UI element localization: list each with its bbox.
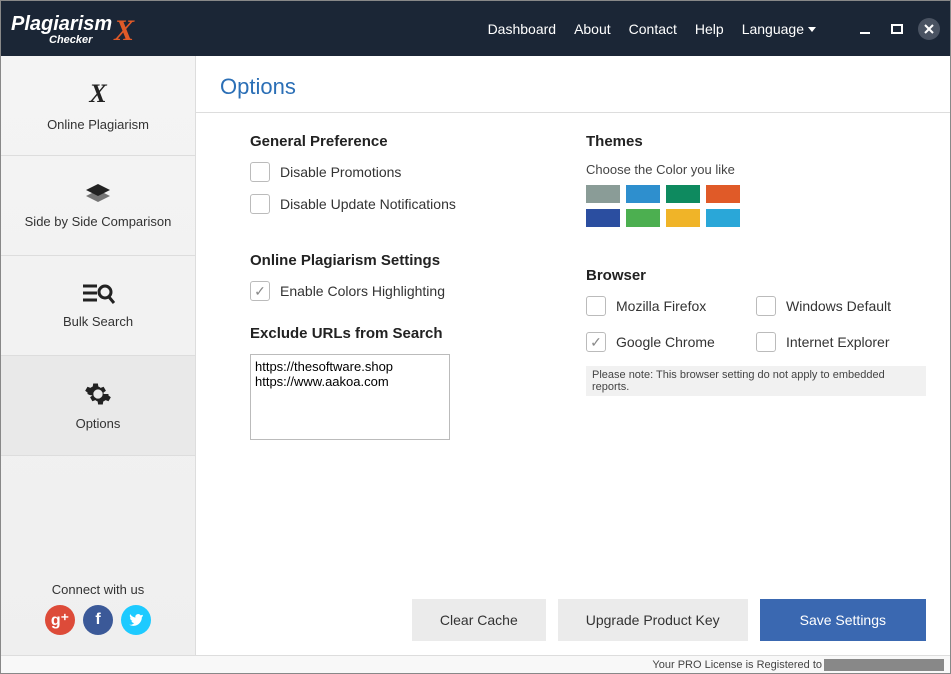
- windows-default-checkbox[interactable]: [756, 296, 776, 316]
- page-title: Options: [220, 74, 926, 112]
- disable-updates-checkbox[interactable]: [250, 194, 270, 214]
- chrome-label: Google Chrome: [616, 334, 715, 350]
- connect-section: Connect with us g⁺ f: [1, 570, 195, 655]
- enable-colors-label: Enable Colors Highlighting: [280, 283, 445, 299]
- chrome-row: Google Chrome: [586, 332, 746, 352]
- sidebar-item-options[interactable]: Options: [1, 356, 195, 456]
- sidebar-item-bulk-search[interactable]: Bulk Search: [1, 256, 195, 356]
- upgrade-key-button[interactable]: Upgrade Product Key: [558, 599, 748, 641]
- clear-cache-button[interactable]: Clear Cache: [412, 599, 546, 641]
- windows-default-label: Windows Default: [786, 298, 891, 314]
- enable-colors-row: Enable Colors Highlighting: [250, 281, 546, 301]
- sidebar-item-side-by-side[interactable]: Side by Side Comparison: [1, 156, 195, 256]
- sidebar-item-label: Side by Side Comparison: [25, 214, 172, 229]
- ie-label: Internet Explorer: [786, 334, 890, 350]
- exclude-heading: Exclude URLs from Search: [250, 325, 546, 342]
- disable-updates-row: Disable Update Notifications: [250, 194, 546, 214]
- logo-x-icon: X: [114, 14, 134, 48]
- disable-promotions-label: Disable Promotions: [280, 164, 401, 180]
- app-logo: Plagiarism Checker X: [11, 12, 134, 46]
- logo-text-1: Plagiarism: [11, 13, 112, 35]
- footer-buttons: Clear Cache Upgrade Product Key Save Set…: [220, 579, 926, 641]
- sidebar-item-online-plagiarism[interactable]: X Online Plagiarism: [1, 56, 195, 156]
- browser-note: Please note: This browser setting do not…: [586, 366, 926, 396]
- theme-swatch-2[interactable]: [666, 185, 700, 203]
- theme-swatch-4[interactable]: [586, 209, 620, 227]
- top-nav: Dashboard About Contact Help Language: [488, 18, 940, 40]
- title-bar: Plagiarism Checker X Dashboard About Con…: [1, 1, 950, 56]
- minimize-button[interactable]: [854, 18, 876, 40]
- facebook-icon[interactable]: f: [83, 605, 113, 635]
- chrome-checkbox[interactable]: [586, 332, 606, 352]
- disable-promotions-row: Disable Promotions: [250, 162, 546, 182]
- nav-language-label: Language: [742, 21, 804, 37]
- x-icon: X: [89, 79, 106, 109]
- ie-row: Internet Explorer: [756, 332, 926, 352]
- nav-help[interactable]: Help: [695, 21, 724, 37]
- sidebar-item-label: Online Plagiarism: [47, 117, 149, 132]
- sidebar-item-label: Options: [76, 416, 121, 431]
- themes-heading: Themes: [586, 133, 926, 150]
- nav-language[interactable]: Language: [742, 21, 816, 37]
- twitter-icon[interactable]: [121, 605, 151, 635]
- google-plus-icon[interactable]: g⁺: [45, 605, 75, 635]
- firefox-checkbox[interactable]: [586, 296, 606, 316]
- disable-updates-label: Disable Update Notifications: [280, 196, 456, 212]
- sidebar: X Online Plagiarism Side by Side Compari…: [1, 56, 196, 655]
- divider: [196, 112, 950, 113]
- logo-text-2: Checker: [49, 36, 112, 44]
- theme-swatch-7[interactable]: [706, 209, 740, 227]
- content-area: Options General Preference Disable Promo…: [196, 56, 950, 655]
- theme-swatch-6[interactable]: [666, 209, 700, 227]
- theme-swatch-1[interactable]: [626, 185, 660, 203]
- maximize-button[interactable]: [886, 18, 908, 40]
- license-text: Your PRO License is Registered to: [652, 659, 822, 671]
- ie-checkbox[interactable]: [756, 332, 776, 352]
- online-heading: Online Plagiarism Settings: [250, 252, 546, 269]
- enable-colors-checkbox[interactable]: [250, 281, 270, 301]
- themes-sub: Choose the Color you like: [586, 162, 926, 177]
- license-name-redacted: [824, 659, 944, 671]
- windows-default-row: Windows Default: [756, 296, 926, 316]
- theme-swatch-0[interactable]: [586, 185, 620, 203]
- sidebar-item-label: Bulk Search: [63, 314, 133, 329]
- connect-label: Connect with us: [1, 582, 195, 597]
- close-button[interactable]: [918, 18, 940, 40]
- gear-icon: [84, 380, 112, 408]
- theme-swatches: [586, 185, 756, 227]
- theme-swatch-5[interactable]: [626, 209, 660, 227]
- list-search-icon: [81, 282, 115, 306]
- disable-promotions-checkbox[interactable]: [250, 162, 270, 182]
- status-bar: Your PRO License is Registered to: [1, 655, 950, 673]
- firefox-label: Mozilla Firefox: [616, 298, 706, 314]
- window-controls: [854, 18, 940, 40]
- save-settings-button[interactable]: Save Settings: [760, 599, 926, 641]
- nav-contact[interactable]: Contact: [629, 21, 677, 37]
- nav-dashboard[interactable]: Dashboard: [488, 21, 557, 37]
- theme-swatch-3[interactable]: [706, 185, 740, 203]
- layers-icon: [84, 182, 112, 206]
- general-heading: General Preference: [250, 133, 546, 150]
- firefox-row: Mozilla Firefox: [586, 296, 746, 316]
- exclude-urls-input[interactable]: [250, 354, 450, 440]
- browser-heading: Browser: [586, 267, 926, 284]
- chevron-down-icon: [808, 27, 816, 32]
- nav-about[interactable]: About: [574, 21, 611, 37]
